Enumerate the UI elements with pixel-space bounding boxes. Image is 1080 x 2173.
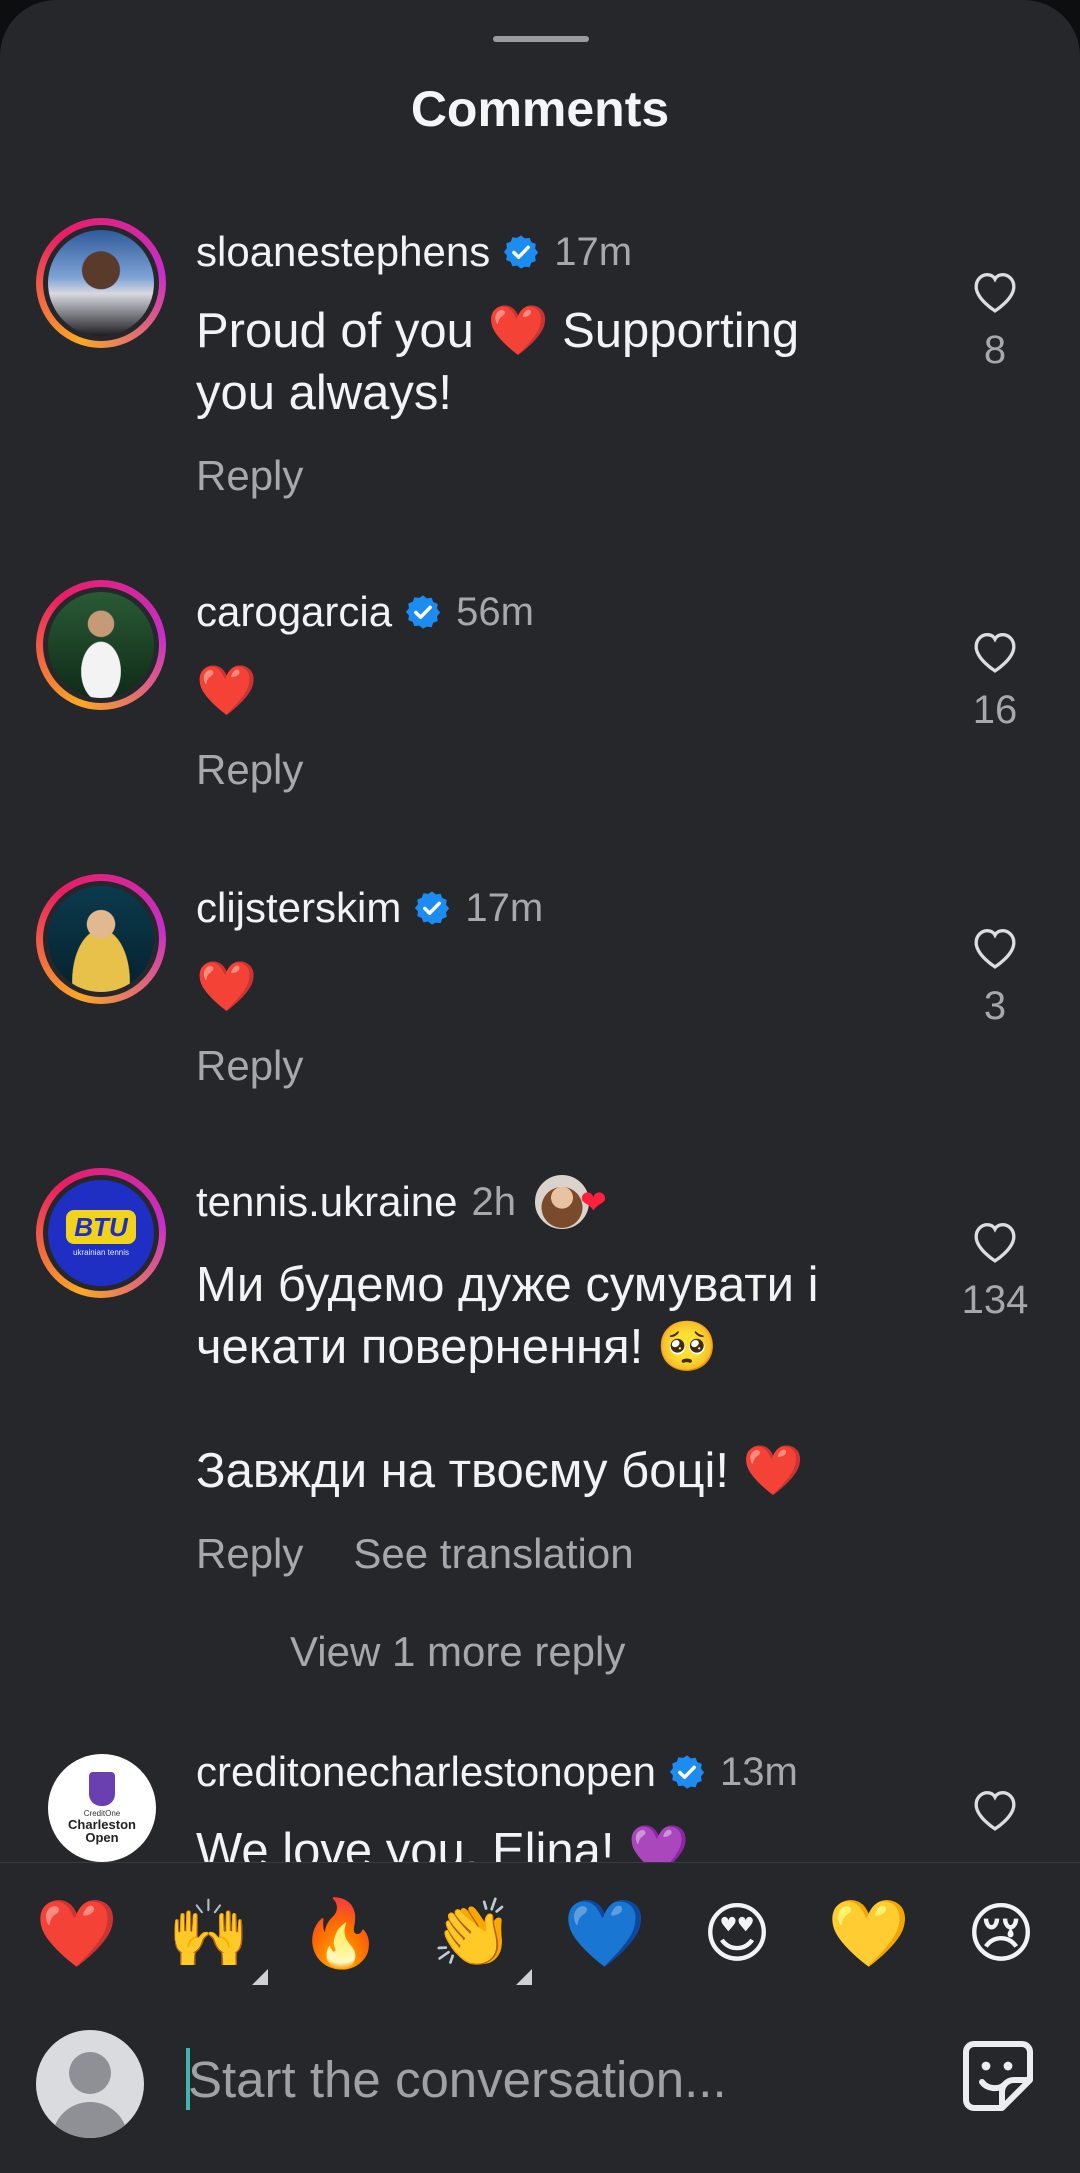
profile-photo bbox=[48, 886, 154, 992]
emoji-fire-button[interactable]: 🔥 bbox=[296, 1893, 386, 1973]
reply-button[interactable]: Reply bbox=[196, 452, 303, 500]
comment-line: ❤️ bbox=[196, 960, 258, 1014]
avatar[interactable]: CreditOne Charleston Open bbox=[48, 1754, 156, 1862]
comment-text: Proud of you ❤️ Supporting you always! bbox=[196, 300, 896, 424]
comment-line: Завжди на твоєму боці! ❤️ bbox=[196, 1444, 804, 1498]
comment-text: Ми будемо дуже сумувати і чекати поверне… bbox=[196, 1254, 896, 1502]
verified-badge-icon bbox=[406, 595, 441, 629]
comment-line: We love you, Elina! 💜 bbox=[196, 1824, 690, 1862]
comment-line: чекати повернення! 🥺 bbox=[196, 1320, 718, 1374]
comment-line: you always! bbox=[196, 366, 453, 420]
heart-icon: ❤ bbox=[580, 1184, 607, 1220]
username[interactable]: clijsterskim bbox=[196, 884, 401, 932]
comment-line bbox=[196, 1378, 896, 1440]
verified-badge-icon bbox=[669, 1755, 705, 1789]
comment-text: ❤️ bbox=[196, 956, 896, 1018]
like-count: 16 bbox=[972, 688, 1018, 732]
emoji-red-heart-button[interactable]: ❤️ bbox=[32, 1893, 122, 1973]
avatar-logo-subtext: ukrainian tennis bbox=[72, 1247, 130, 1257]
avatar[interactable] bbox=[36, 218, 166, 348]
comment-input[interactable] bbox=[188, 2042, 908, 2116]
avatar[interactable] bbox=[36, 874, 166, 1004]
emoji-crying-face-button[interactable]: 😢 bbox=[956, 1893, 1046, 1973]
username[interactable]: carogarcia bbox=[196, 588, 392, 636]
profile-photo bbox=[48, 230, 154, 336]
like-heart-icon[interactable] bbox=[969, 1218, 1021, 1264]
see-translation-button[interactable]: See translation bbox=[353, 1530, 633, 1578]
reply-button[interactable]: Reply bbox=[196, 1530, 303, 1578]
profile-photo bbox=[48, 592, 154, 698]
avatar[interactable]: BTU ukrainian tennis bbox=[36, 1168, 166, 1298]
like-heart-icon[interactable] bbox=[969, 268, 1021, 314]
timestamp: 56m bbox=[456, 589, 534, 634]
like-heart-icon[interactable] bbox=[969, 1786, 1021, 1832]
emoji-quick-bar: ❤️ 🙌 🔥 👏 💙 😍 💛 😢 bbox=[0, 1862, 1080, 1993]
avatar-logo-text: BTU bbox=[66, 1209, 136, 1244]
view-more-replies-button[interactable]: View 1 more reply bbox=[290, 1628, 625, 1676]
like-count: 134 bbox=[961, 1278, 1029, 1322]
username[interactable]: tennis.ukraine bbox=[196, 1178, 458, 1226]
comment-line: Proud of you ❤️ Supporting bbox=[196, 304, 800, 358]
timestamp: 2h bbox=[471, 1179, 517, 1224]
avatar[interactable] bbox=[36, 580, 166, 710]
emoji-glyph: 🙌 bbox=[167, 1896, 251, 1970]
like-heart-icon[interactable] bbox=[969, 628, 1021, 674]
profile-photo: BTU ukrainian tennis bbox=[48, 1180, 154, 1286]
like-count: 8 bbox=[983, 328, 1007, 372]
comment-composer bbox=[0, 1992, 1080, 2173]
sticker-icon[interactable] bbox=[958, 2036, 1038, 2116]
timestamp: 17m bbox=[465, 885, 544, 930]
verified-badge-icon bbox=[504, 235, 539, 269]
current-user-avatar bbox=[36, 2030, 144, 2138]
emoji-glyph: 👏 bbox=[431, 1896, 515, 1970]
emoji-clapping-button[interactable]: 👏 bbox=[428, 1893, 532, 1985]
username[interactable]: creditonecharlestonopen bbox=[196, 1748, 656, 1796]
verified-badge-icon bbox=[415, 891, 450, 925]
like-heart-icon[interactable] bbox=[969, 924, 1021, 970]
timestamp: 13m bbox=[720, 1749, 798, 1794]
comment-text: We love you, Elina! 💜 bbox=[196, 1820, 896, 1862]
liked-by-author: ❤ bbox=[532, 1172, 607, 1232]
like-count: 3 bbox=[983, 984, 1007, 1028]
reply-button[interactable]: Reply bbox=[196, 1042, 303, 1090]
comment-line: Ми будемо дуже сумувати і bbox=[196, 1258, 819, 1312]
comment-line: ❤️ bbox=[196, 664, 258, 718]
comments-sheet: Comments sloanestephens 17m Proud of you… bbox=[0, 0, 1080, 2173]
brand-logo-icon bbox=[89, 1772, 115, 1806]
emoji-heart-eyes-button[interactable]: 😍 bbox=[692, 1893, 782, 1973]
emoji-raising-hands-button[interactable]: 🙌 bbox=[164, 1893, 268, 1985]
timestamp: 17m bbox=[554, 229, 633, 274]
skin-tone-indicator-icon bbox=[252, 1969, 268, 1985]
username[interactable]: sloanestephens bbox=[196, 228, 490, 276]
skin-tone-indicator-icon bbox=[516, 1969, 532, 1985]
avatar-logo-text: Open bbox=[85, 1830, 119, 1845]
emoji-yellow-heart-button[interactable]: 💛 bbox=[824, 1893, 914, 1973]
comments-list[interactable]: sloanestephens 17m Proud of you ❤️ Suppo… bbox=[0, 0, 1080, 1862]
reply-button[interactable]: Reply bbox=[196, 746, 303, 794]
comment-text: ❤️ bbox=[196, 660, 896, 722]
emoji-blue-heart-button[interactable]: 💙 bbox=[560, 1893, 650, 1973]
